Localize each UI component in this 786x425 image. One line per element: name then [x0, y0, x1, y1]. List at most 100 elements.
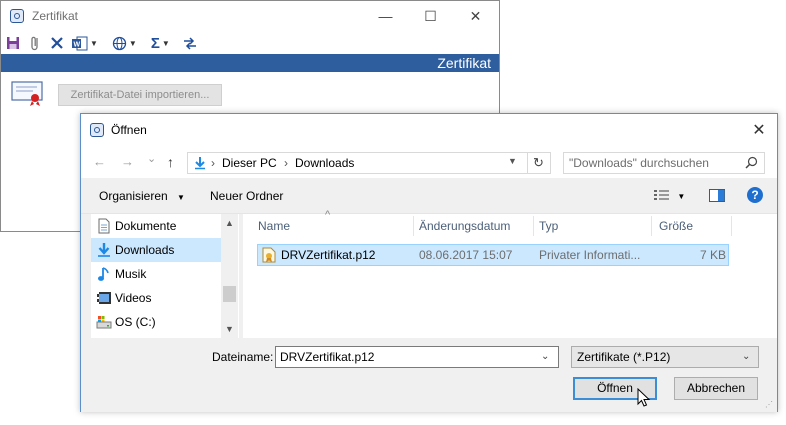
certificate-icon	[11, 81, 43, 106]
column-separator[interactable]	[731, 216, 732, 236]
mouse-cursor-icon	[637, 388, 651, 407]
scroll-down-icon[interactable]: ▼	[225, 324, 234, 334]
scroll-up-icon[interactable]: ▲	[225, 218, 234, 228]
sigma-icon: Σ	[150, 34, 160, 52]
save-button[interactable]	[3, 33, 23, 53]
scroll-thumb[interactable]	[223, 286, 236, 302]
chevron-down-icon: ⌄	[742, 351, 751, 362]
word-icon: W	[72, 36, 88, 50]
new-folder-button[interactable]: Neuer Ordner	[210, 189, 283, 203]
globe-icon	[112, 36, 127, 50]
file-type: Privater Informati...	[539, 248, 641, 262]
column-separator[interactable]	[413, 216, 414, 236]
address-bar[interactable]: › Dieser PC › Downloads ▼ ↻	[187, 152, 551, 174]
filetype-value: Zertifikate (*.P12)	[577, 350, 671, 364]
file-list: ^ Name Änderungsdatum Typ Größe DRVZerti…	[243, 209, 777, 338]
nav-item-label: Videos	[115, 291, 152, 305]
downloads-folder-icon	[98, 243, 110, 257]
nav-item-videos[interactable]: Videos	[91, 286, 223, 310]
breadcrumb-dieser-pc[interactable]: Dieser PC	[222, 156, 277, 170]
column-header-name[interactable]: Name	[258, 214, 290, 238]
column-header-date[interactable]: Änderungsdatum	[419, 214, 510, 238]
dialog-title: Öffnen	[111, 123, 147, 137]
nav-item-label: Dokumente	[115, 219, 177, 233]
breadcrumb-separator: ›	[284, 156, 288, 170]
open-dialog: Öffnen ✕ ← → ⌄ ↑ › Dieser PC › Downloads…	[80, 113, 778, 412]
nav-item-musik[interactable]: Musik	[91, 262, 223, 286]
document-folder-icon	[98, 218, 110, 234]
section-header: Zertifikat	[1, 54, 499, 72]
paperclip-icon	[31, 36, 38, 51]
command-bar: Organisieren ▼ Neuer Ordner ▼ ?	[81, 178, 777, 214]
sync-button[interactable]	[179, 33, 201, 53]
chevron-down-icon: ▼	[177, 193, 185, 202]
breadcrumb-separator: ›	[211, 156, 215, 170]
view-options-button[interactable]: ▼	[654, 188, 685, 205]
search-input[interactable]: "Downloads" durchsuchen	[563, 152, 765, 174]
delete-icon	[51, 37, 63, 49]
column-header-type[interactable]: Typ	[539, 214, 558, 238]
nav-item-downloads[interactable]: Downloads	[91, 238, 223, 262]
breadcrumb-downloads[interactable]: Downloads	[295, 156, 354, 170]
dialog-title-bar: Öffnen ✕	[81, 114, 777, 146]
chevron-down-icon: ▼	[677, 192, 686, 201]
table-row[interactable]: DRVZertifikat.p12 08.06.2017 15:07 Priva…	[257, 244, 729, 266]
search-icon	[745, 156, 758, 169]
delete-button[interactable]	[47, 33, 67, 53]
organize-label: Organisieren	[99, 189, 168, 203]
videos-folder-icon	[97, 292, 111, 304]
organize-button[interactable]: Organisieren ▼	[99, 189, 185, 203]
import-certificate-button[interactable]: Zertifikat-Datei importieren...	[58, 84, 222, 106]
navigation-pane: Dokumente Downloads Musik Videos OS (C:)	[91, 214, 239, 338]
resize-grip-icon[interactable]: ⋰	[765, 400, 775, 410]
address-dropdown-icon[interactable]: ▼	[508, 156, 517, 166]
nav-item-dokumente[interactable]: Dokumente	[91, 214, 223, 238]
forward-button[interactable]: →	[121, 154, 134, 169]
dropdown-arrow-icon: ▼	[128, 38, 137, 48]
sum-button[interactable]: Σ ▼	[148, 33, 173, 53]
drive-icon	[96, 316, 112, 329]
toolbar: W ▼ ▼ Σ ▼	[3, 32, 493, 54]
window-title: Zertifikat	[32, 9, 79, 23]
column-separator[interactable]	[651, 216, 652, 236]
address-divider	[527, 153, 528, 173]
nav-item-label: OS (C:)	[115, 315, 156, 329]
music-folder-icon	[98, 267, 109, 281]
search-placeholder: "Downloads" durchsuchen	[569, 156, 709, 170]
attach-button[interactable]	[25, 33, 45, 53]
column-separator[interactable]	[533, 216, 534, 236]
chevron-down-icon[interactable]: ⌄	[541, 347, 549, 367]
close-button[interactable]: ✕	[453, 1, 498, 31]
sync-arrows-icon	[183, 37, 196, 50]
recent-locations-button[interactable]: ⌄	[147, 152, 156, 165]
back-button[interactable]: ←	[93, 154, 106, 169]
svg-text:W: W	[74, 41, 81, 48]
maximize-button[interactable]: ☐	[408, 1, 453, 31]
dropdown-arrow-icon: ▼	[161, 38, 170, 48]
filename-label: Dateiname:	[212, 350, 274, 364]
filename-input[interactable]: DRVZertifikat.p12 ⌄	[275, 346, 559, 368]
certificate-file-icon	[262, 247, 276, 263]
refresh-icon[interactable]: ↻	[533, 155, 544, 171]
nav-item-os-c[interactable]: OS (C:)	[91, 310, 223, 334]
preview-pane-icon[interactable]	[709, 189, 725, 202]
minimize-button[interactable]: —	[363, 1, 408, 31]
details-view-icon	[654, 190, 669, 200]
nav-item-label: Musik	[115, 267, 147, 281]
filename-value: DRVZertifikat.p12	[280, 350, 375, 364]
cancel-button[interactable]: Abbrechen	[674, 377, 758, 400]
word-export-button[interactable]: W ▼	[69, 33, 101, 53]
web-button[interactable]: ▼	[109, 33, 140, 53]
title-bar: Zertifikat — ☐ ✕	[1, 1, 499, 31]
dialog-close-button[interactable]: ✕	[741, 114, 777, 146]
app-icon	[10, 9, 24, 23]
dialog-app-icon	[90, 123, 104, 137]
filetype-select[interactable]: Zertifikate (*.P12) ⌄	[571, 346, 759, 368]
column-header-size[interactable]: Größe	[659, 214, 693, 238]
file-size: 7 KB	[699, 248, 726, 262]
navigation-scrollbar[interactable]: ▲ ▼	[221, 214, 238, 338]
help-icon[interactable]: ?	[747, 187, 763, 203]
download-arrow-icon	[195, 157, 205, 170]
sort-ascending-icon: ^	[325, 209, 331, 221]
up-button[interactable]: ↑	[167, 154, 174, 170]
